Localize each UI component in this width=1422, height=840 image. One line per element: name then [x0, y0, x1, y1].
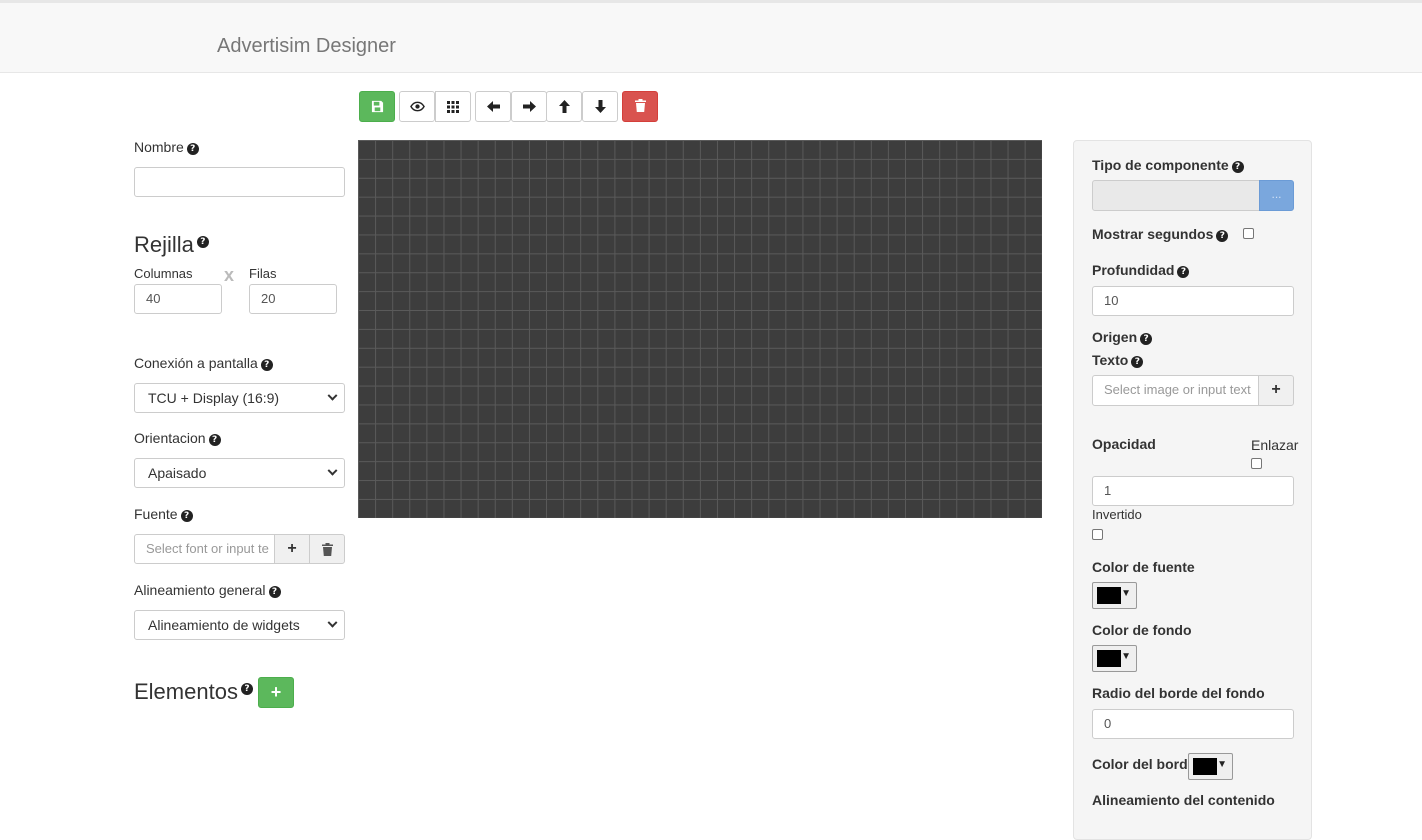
color-swatch: [1097, 650, 1121, 667]
grid-button[interactable]: [435, 91, 471, 122]
opacidad-input[interactable]: 1: [1092, 476, 1294, 506]
help-icon[interactable]: ?: [180, 510, 193, 522]
save-icon: [371, 100, 383, 113]
filas-label: Filas: [249, 266, 277, 281]
help-icon[interactable]: ?: [186, 143, 199, 155]
navbar: Advertisim Designer: [0, 3, 1422, 73]
move-left-button[interactable]: [475, 91, 511, 122]
enlazar-label: Enlazar: [1251, 437, 1299, 453]
help-icon[interactable]: ?: [1216, 230, 1229, 242]
color-borde-label: Color del borde: [1092, 756, 1196, 772]
design-canvas[interactable]: [358, 140, 1042, 518]
radio-borde-label: Radio del borde del fondo: [1092, 685, 1265, 701]
tipo-input[interactable]: [1092, 180, 1260, 211]
arrow-right-icon: [522, 101, 536, 112]
conexion-select[interactable]: TCU + Display (16:9): [134, 383, 345, 413]
help-icon[interactable]: ?: [1177, 266, 1190, 278]
delete-font-button[interactable]: [309, 534, 345, 564]
color-fondo-label: Color de fondo: [1092, 622, 1192, 638]
move-right-button[interactable]: [511, 91, 547, 122]
orientacion-label: Orientacion?: [134, 430, 221, 446]
save-button[interactable]: [359, 91, 395, 122]
radio-borde-input[interactable]: 0: [1092, 709, 1294, 739]
fuente-input[interactable]: Select font or input te: [134, 534, 275, 564]
rejilla-heading: Rejilla?: [134, 232, 209, 258]
enlazar-checkbox[interactable]: [1251, 458, 1262, 469]
conexion-label: Conexión a pantalla?: [134, 355, 273, 371]
color-borde-picker[interactable]: ▼: [1188, 753, 1233, 780]
nombre-input[interactable]: [134, 167, 345, 197]
mostrar-segundos-checkbox[interactable]: [1243, 228, 1254, 239]
profundidad-input[interactable]: 10: [1092, 286, 1294, 316]
texto-label: Texto?: [1092, 352, 1144, 368]
tipo-browse-button[interactable]: ...: [1259, 180, 1294, 211]
nombre-label: Nombre?: [134, 139, 199, 155]
arrow-left-icon: [486, 101, 500, 112]
tipo-label: Tipo de componente?: [1092, 157, 1244, 173]
chevron-down-icon: [327, 465, 338, 476]
help-icon[interactable]: ?: [196, 236, 209, 248]
arrow-up-icon: [558, 100, 570, 113]
columnas-label: Columnas: [134, 266, 193, 281]
invertido-label: Invertido: [1092, 507, 1142, 522]
delete-button[interactable]: [622, 91, 658, 122]
plus-icon: +: [287, 540, 297, 557]
trash-icon: [634, 99, 646, 112]
columnas-input[interactable]: 40: [134, 284, 222, 314]
move-down-button[interactable]: [582, 91, 618, 122]
color-fondo-picker[interactable]: ▼: [1092, 645, 1137, 672]
chevron-down-icon: [327, 617, 338, 628]
eye-icon: [409, 101, 425, 112]
dropdown-arrow-icon: ▼: [1121, 651, 1131, 662]
trash-icon: [321, 543, 333, 556]
invertido-checkbox[interactable]: [1092, 529, 1103, 540]
orientacion-select[interactable]: Apaisado: [134, 458, 345, 488]
dropdown-arrow-icon: ▼: [1217, 759, 1227, 770]
arrow-down-icon: [594, 100, 606, 113]
help-icon[interactable]: ?: [1140, 333, 1153, 345]
help-icon[interactable]: ?: [260, 359, 273, 371]
help-icon[interactable]: ?: [268, 586, 281, 598]
dropdown-arrow-icon: ▼: [1121, 588, 1131, 599]
add-element-button[interactable]: +: [258, 677, 294, 708]
mostrar-segundos-label: Mostrar segundos?: [1092, 226, 1229, 242]
preview-button[interactable]: [399, 91, 435, 122]
alineamiento-select[interactable]: Alineamiento de widgets: [134, 610, 345, 640]
app-title[interactable]: Advertisim Designer: [217, 35, 396, 58]
add-font-button[interactable]: +: [274, 534, 310, 564]
plus-icon: +: [270, 682, 282, 702]
plus-icon: +: [1271, 381, 1281, 398]
color-swatch: [1097, 587, 1121, 604]
move-up-button[interactable]: [546, 91, 582, 122]
add-origin-button[interactable]: +: [1258, 375, 1294, 406]
help-icon[interactable]: ?: [1131, 356, 1144, 368]
opacidad-label: Opacidad: [1092, 436, 1156, 452]
grid-icon: [447, 101, 459, 113]
help-icon[interactable]: ?: [240, 683, 253, 695]
color-swatch: [1193, 758, 1217, 775]
origen-label: Origen?: [1092, 329, 1153, 345]
color-fuente-picker[interactable]: ▼: [1092, 582, 1137, 609]
alineamiento-label: Alineamiento general?: [134, 582, 281, 598]
profundidad-label: Profundidad?: [1092, 262, 1190, 278]
fuente-label: Fuente?: [134, 506, 193, 522]
x-separator: x: [224, 265, 235, 285]
filas-input[interactable]: 20: [249, 284, 337, 314]
elementos-heading: Elementos?: [134, 679, 253, 705]
alineamiento-contenido-label: Alineamiento del contenido: [1092, 792, 1275, 808]
help-icon[interactable]: ?: [1231, 161, 1244, 173]
color-fuente-label: Color de fuente: [1092, 559, 1195, 575]
help-icon[interactable]: ?: [208, 434, 221, 446]
chevron-down-icon: [327, 390, 338, 401]
texto-input[interactable]: Select image or input text: [1092, 375, 1259, 406]
